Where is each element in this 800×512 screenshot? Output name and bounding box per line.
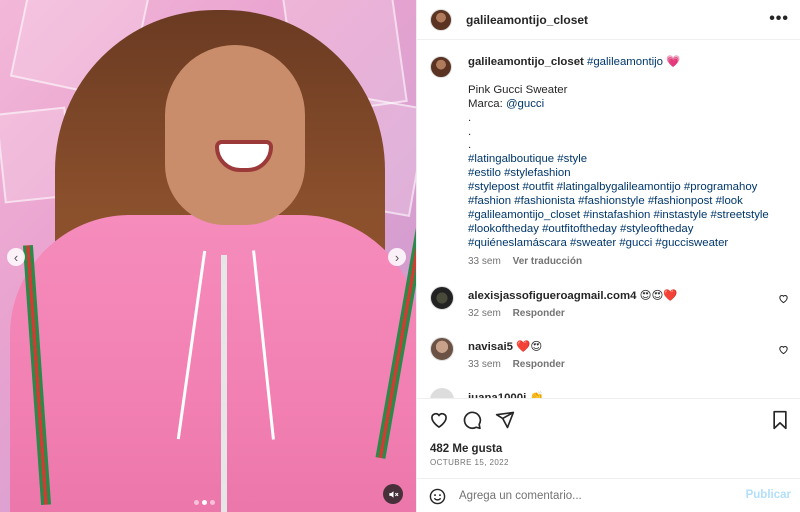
mute-icon (388, 490, 398, 498)
comment-time: 32 sem (468, 308, 501, 319)
bookmark-icon (773, 410, 787, 430)
avatar[interactable] (430, 286, 454, 310)
caption-hashtags-line[interactable]: #fashion #fashionista #fashionstyle #fas… (468, 195, 788, 209)
photo-face (165, 45, 305, 225)
reply-button[interactable]: Responder (513, 359, 565, 370)
comment-username[interactable]: alexisjassofigueroagmail.com4 (468, 290, 636, 302)
caption-username[interactable]: galileamontijo_closet (468, 56, 584, 68)
add-comment-bar: Publicar (417, 478, 800, 512)
heart-icon (431, 412, 447, 429)
carousel-dot (194, 500, 199, 505)
reply-button[interactable]: Responder (513, 308, 565, 319)
like-comment-icon[interactable] (778, 344, 789, 355)
comment-button[interactable] (462, 410, 482, 430)
carousel-dot-active (202, 500, 207, 505)
post-header: galileamontijo_closet ••• (417, 0, 800, 40)
caption-hashtag[interactable]: #galileamontijo (587, 56, 663, 68)
post-actions: 482 Me gusta OCTUBRE 15, 2022 (417, 398, 800, 478)
caption-meta: 33 sem Ver traducción (468, 255, 788, 269)
caption-hashtags-line[interactable]: #galileamontijo_closet #instafashion #in… (468, 209, 788, 223)
avatar[interactable] (430, 388, 454, 398)
carousel-next-button[interactable]: › (388, 248, 406, 266)
sweater-zipper (221, 255, 227, 512)
caption-hashtags-line[interactable]: #stylepost #outfit #latingalbygalileamon… (468, 181, 788, 195)
caption-brand-label: Marca: (468, 97, 506, 110)
save-button[interactable] (770, 410, 790, 430)
caption-brand-mention[interactable]: @gucci (506, 98, 544, 110)
comment-text: 😍😍❤️ (639, 290, 678, 302)
mute-button[interactable] (383, 484, 403, 504)
emoji-icon[interactable] (429, 488, 446, 505)
comment-item: alexisjassofigueroagmail.com4 😍😍❤️ 32 se… (430, 286, 795, 326)
post-side-panel: galileamontijo_closet ••• galileamontijo… (416, 0, 800, 512)
like-comment-icon[interactable] (778, 293, 789, 304)
chevron-right-icon: › (394, 249, 400, 265)
avatar[interactable] (430, 8, 452, 31)
caption-body: galileamontijo_closet #galileamontijo 💗 … (468, 56, 788, 269)
comment-time: 33 sem (468, 359, 501, 370)
caption-time: 33 sem (468, 255, 501, 267)
caption-dot: . (468, 111, 472, 124)
more-icon[interactable]: ••• (769, 11, 789, 27)
caption-hashtags-line[interactable]: #latingalboutique #style (468, 153, 788, 167)
comment-item: juana1000j 👏 (430, 388, 795, 398)
carousel-dot (210, 500, 215, 505)
photo-sweater (10, 215, 416, 512)
caption-title: Pink Gucci Sweater (468, 83, 568, 96)
publish-button[interactable]: Publicar (746, 489, 791, 501)
comment-text: ❤️😍 (516, 341, 543, 353)
comment-item: navisai5 ❤️😍 33 sem Responder (430, 337, 795, 377)
avatar[interactable] (430, 337, 454, 361)
caption-hashtags-line[interactable]: #estilo #stylefashion (468, 167, 788, 181)
like-count[interactable]: 482 Me gusta (430, 443, 502, 455)
post-date: OCTUBRE 15, 2022 (430, 458, 509, 467)
caption-hashtags-line[interactable]: #lookoftheday #outfitoftheday #styleofth… (468, 223, 788, 237)
comment-input[interactable] (459, 487, 739, 505)
comment-username[interactable]: navisai5 (468, 341, 513, 353)
post-media[interactable]: ‹ › (0, 0, 416, 512)
caption-dot: . (468, 139, 472, 152)
chevron-left-icon: ‹ (13, 249, 19, 265)
comments-list[interactable]: galileamontijo_closet #galileamontijo 💗 … (417, 40, 800, 398)
header-username[interactable]: galileamontijo_closet (466, 13, 588, 27)
like-button[interactable] (429, 410, 449, 430)
see-translation-button[interactable]: Ver traducción (513, 256, 582, 267)
avatar[interactable] (430, 56, 452, 78)
comment-icon (463, 411, 482, 430)
send-icon (495, 411, 515, 429)
carousel-prev-button[interactable]: ‹ (7, 248, 25, 266)
caption-hashtags-line[interactable]: #quiéneslamáscara #sweater #gucci #gucci… (468, 237, 788, 251)
caption-dot: . (468, 125, 472, 138)
share-button[interactable] (495, 410, 515, 430)
carousel-indicator (194, 500, 215, 505)
caption-emoji: 💗 (666, 56, 681, 68)
